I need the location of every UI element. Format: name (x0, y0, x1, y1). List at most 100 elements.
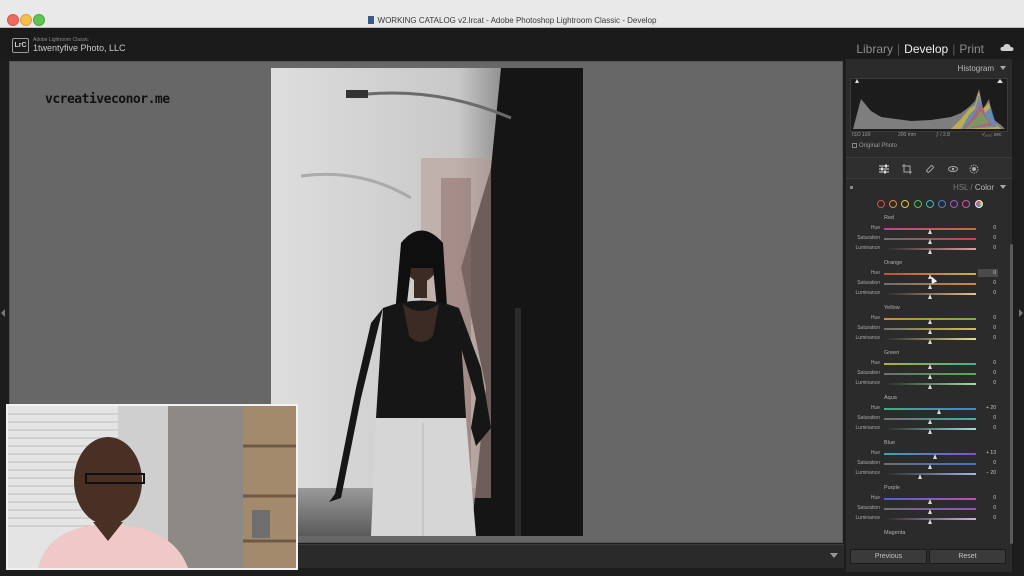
hsl-slider-hue[interactable]: Hue + 20 (846, 404, 1006, 414)
hsl-slider-hue[interactable]: Hue 0 (846, 359, 1006, 369)
masking-icon[interactable] (969, 164, 979, 174)
hsl-slider-hue[interactable]: Hue 0 (846, 269, 1006, 279)
histogram-graph[interactable] (850, 78, 1008, 132)
color-swatch[interactable] (877, 200, 885, 208)
slider-track[interactable] (884, 408, 976, 414)
cloud-icon[interactable] (1000, 43, 1014, 51)
left-panel-toggle-icon[interactable] (1, 309, 5, 317)
slider-value[interactable]: 0 (974, 315, 996, 321)
hsl-slider-hue[interactable]: Hue 0 (846, 224, 1006, 234)
slider-value[interactable]: 0 (974, 280, 996, 286)
previous-button[interactable]: Previous (850, 549, 927, 564)
hsl-slider-hue[interactable]: Hue 0 (846, 314, 1006, 324)
slider-value[interactable]: − 20 (974, 470, 996, 476)
hsl-slider-luminance[interactable]: Luminance 0 (846, 244, 1006, 254)
color-swatch[interactable] (950, 200, 959, 208)
slider-value[interactable]: 0 (974, 360, 996, 366)
hsl-slider-luminance[interactable]: Luminance 0 (846, 379, 1006, 389)
hsl-slider-luminance[interactable]: Luminance 0 (846, 334, 1006, 344)
hsl-slider-saturation[interactable]: Saturation 0 (846, 279, 1006, 289)
slider-track[interactable] (884, 318, 976, 324)
hsl-color-header[interactable]: HSL / Color (846, 180, 1012, 195)
color-swatch[interactable] (974, 200, 983, 208)
slider-thumb[interactable] (927, 384, 932, 389)
slider-track[interactable] (884, 508, 976, 514)
slider-value[interactable]: 0 (974, 460, 996, 466)
slider-track[interactable] (884, 418, 976, 424)
slider-thumb[interactable] (927, 429, 932, 434)
hsl-slider-saturation[interactable]: Saturation 0 (846, 369, 1006, 379)
module-library[interactable]: Library (852, 42, 897, 56)
slider-value[interactable]: 0 (974, 425, 996, 431)
panel-switch-icon[interactable] (850, 186, 853, 189)
slider-thumb[interactable] (927, 339, 932, 344)
edit-sliders-icon[interactable] (879, 164, 889, 174)
module-print[interactable]: Print (955, 42, 988, 56)
slider-value[interactable]: 0 (974, 335, 996, 341)
hsl-slider-saturation[interactable]: Saturation 0 (846, 324, 1006, 334)
slider-track[interactable] (884, 473, 976, 479)
hsl-slider-saturation[interactable]: Saturation 0 (846, 234, 1006, 244)
slider-thumb[interactable] (927, 519, 932, 524)
color-swatch[interactable] (889, 200, 898, 208)
slider-track[interactable] (884, 248, 976, 254)
slider-value[interactable]: 0 (974, 245, 996, 251)
color-swatch[interactable] (962, 200, 971, 208)
healing-brush-icon[interactable] (925, 164, 935, 174)
histogram-header[interactable]: Histogram (846, 61, 1012, 76)
hsl-slider-hue[interactable]: Hue + 13 (846, 449, 1006, 459)
shadow-clipping-icon[interactable] (855, 79, 859, 83)
toolbar-menu-chevron-icon[interactable] (830, 553, 838, 558)
slider-track[interactable] (884, 363, 976, 369)
hsl-slider-luminance[interactable]: Luminance 0 (846, 424, 1006, 434)
checkbox-icon[interactable] (852, 143, 857, 148)
slider-track[interactable] (884, 498, 976, 504)
slider-thumb[interactable] (927, 249, 932, 254)
slider-track[interactable] (884, 228, 976, 234)
module-develop[interactable]: Develop (900, 42, 952, 56)
crop-icon[interactable] (902, 164, 912, 174)
slider-track[interactable] (884, 453, 976, 459)
slider-track[interactable] (884, 428, 976, 434)
slider-value[interactable]: 0 (974, 505, 996, 511)
hsl-tab[interactable]: HSL (953, 183, 968, 192)
original-photo-checkbox[interactable]: Original Photo (852, 143, 897, 149)
highlight-clipping-icon[interactable] (997, 79, 1003, 83)
slider-track[interactable] (884, 338, 976, 344)
color-swatch[interactable] (925, 200, 934, 208)
slider-track[interactable] (884, 293, 976, 299)
reset-button[interactable]: Reset (929, 549, 1006, 564)
slider-value[interactable]: 0 (974, 235, 996, 241)
red-eye-icon[interactable] (948, 164, 958, 174)
slider-track[interactable] (884, 463, 976, 469)
color-swatch[interactable] (938, 200, 946, 208)
slider-track[interactable] (884, 328, 976, 334)
color-swatch[interactable] (913, 200, 922, 208)
slider-value[interactable]: 0 (974, 225, 996, 231)
slider-track[interactable] (884, 518, 976, 524)
slider-value[interactable]: + 13 (974, 450, 996, 456)
right-panel-scrollbar[interactable] (1010, 244, 1013, 544)
slider-track[interactable] (884, 373, 976, 379)
slider-value[interactable]: 0 (974, 415, 996, 421)
hsl-slider-hue[interactable]: Hue 0 (846, 494, 1006, 504)
slider-value[interactable]: 0 (974, 370, 996, 376)
hsl-slider-luminance[interactable]: Luminance 0 (846, 514, 1006, 524)
slider-track[interactable] (884, 383, 976, 389)
slider-track[interactable] (884, 283, 976, 289)
hsl-slider-luminance[interactable]: Luminance 0 (846, 289, 1006, 299)
slider-value[interactable]: + 20 (974, 405, 996, 411)
slider-track[interactable] (884, 238, 976, 244)
slider-track[interactable] (884, 273, 976, 279)
slider-value[interactable]: 0 (974, 495, 996, 501)
hsl-slider-saturation[interactable]: Saturation 0 (846, 504, 1006, 514)
color-tab[interactable]: Color (975, 183, 994, 192)
slider-thumb[interactable] (927, 294, 932, 299)
slider-value[interactable]: 0 (974, 515, 996, 521)
right-panel-toggle-icon[interactable] (1019, 309, 1023, 317)
photo-preview[interactable] (271, 68, 583, 536)
color-swatch[interactable] (901, 200, 910, 208)
hsl-slider-saturation[interactable]: Saturation 0 (846, 459, 1006, 469)
slider-value[interactable]: 0 (974, 325, 996, 331)
hsl-slider-luminance[interactable]: Luminance − 20 (846, 469, 1006, 479)
